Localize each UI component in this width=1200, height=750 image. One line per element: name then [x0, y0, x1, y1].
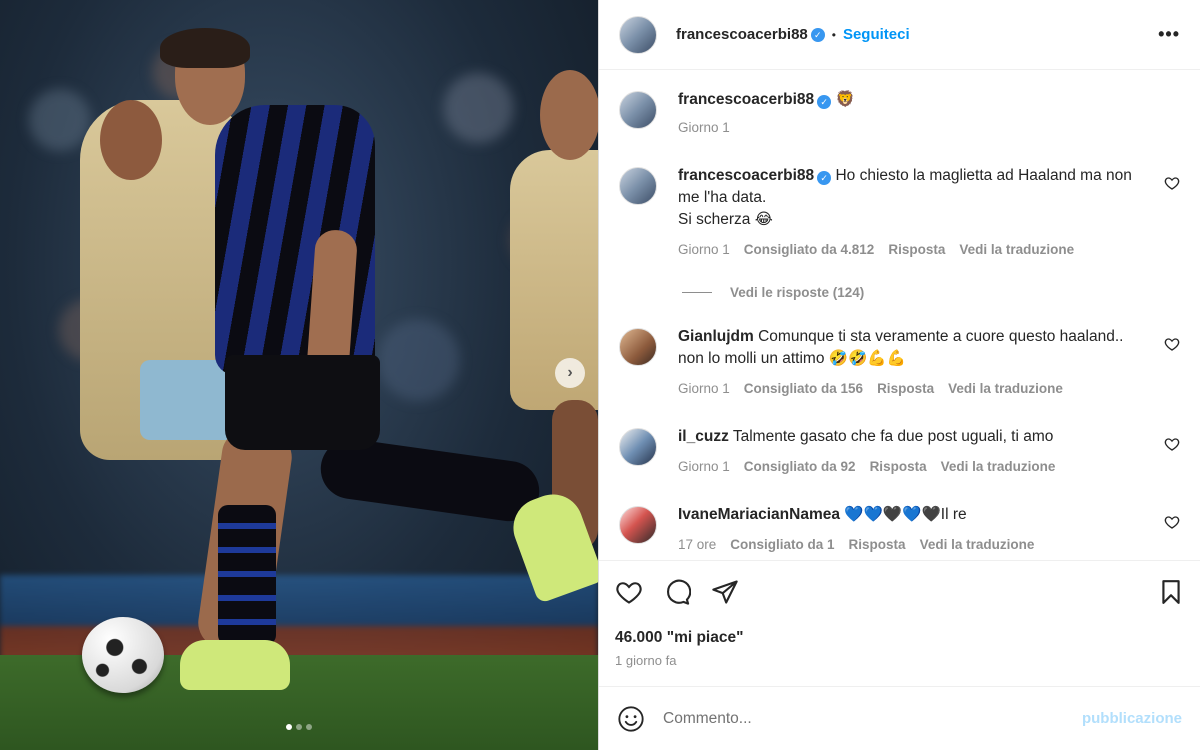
- comment-likes-link[interactable]: Consigliato da 156: [744, 378, 863, 400]
- commenter-avatar[interactable]: [619, 167, 657, 205]
- comment-time: Giorno 1: [678, 381, 730, 396]
- comment-text-line2: Si scherza 😂: [678, 211, 773, 228]
- view-replies-label: Vedi le risposte (124): [730, 285, 865, 300]
- post-photo[interactable]: ›: [0, 0, 598, 750]
- comment-username[interactable]: francescoacerbi88: [678, 167, 814, 184]
- share-send-icon[interactable]: [711, 578, 739, 606]
- main-player-hair: [160, 28, 250, 68]
- carousel-dots: [0, 724, 598, 730]
- comment-time: Giorno 1: [678, 242, 730, 257]
- carousel-dot-active: [286, 724, 292, 730]
- comment-meta: Giorno 1 Consigliato da 92 Risposta Vedi…: [678, 456, 1140, 478]
- comment-meta: Giorno 1 Consigliato da 4.812 Risposta V…: [678, 239, 1140, 261]
- like-heart-icon[interactable]: [615, 578, 643, 606]
- caption-text: 🦁: [835, 91, 855, 108]
- like-comment-heart-icon[interactable]: [1164, 514, 1180, 530]
- comment-username[interactable]: Gianlujdm: [678, 328, 754, 345]
- comment-meta: 17 ore Consigliato da 1 Risposta Vedi la…: [678, 534, 1140, 556]
- comment-likes-link[interactable]: Consigliato da 92: [744, 456, 856, 478]
- comment-item: IvaneMariacianNamea 💙💙🖤💙🖤Il re 17 ore Co…: [619, 504, 1180, 556]
- comment-item: Gianlujdm Comunque ti sta veramente a cu…: [619, 326, 1180, 400]
- comment-body: francescoacerbi88 ✓ Ho chiesto la magliet…: [678, 165, 1180, 261]
- comment-item: francescoacerbi88 ✓ Ho chiesto la magliet…: [619, 165, 1180, 261]
- comment-body: il_cuzz Talmente gasato che fa due post …: [678, 426, 1180, 478]
- more-options-icon[interactable]: •••: [1158, 24, 1180, 45]
- post-date: 1 giorno fa: [615, 653, 677, 668]
- author-avatar[interactable]: [619, 15, 657, 54]
- reply-button[interactable]: Risposta: [849, 534, 906, 556]
- caption-meta: Giorno 1: [678, 117, 1140, 139]
- carousel-dot: [306, 724, 312, 730]
- follow-button[interactable]: Seguiteci: [843, 26, 910, 43]
- comment-body: Gianlujdm Comunque ti sta veramente a cu…: [678, 326, 1180, 400]
- translate-button[interactable]: Vedi la traduzione: [959, 239, 1074, 261]
- comment-body: IvaneMariacianNamea 💙💙🖤💙🖤Il re 17 ore Co…: [678, 504, 1180, 556]
- verified-badge-icon: ✓: [817, 171, 832, 185]
- post-side-panel: francescoacerbi88 ✓ • Seguiteci ••• fran…: [598, 0, 1200, 750]
- comments-list[interactable]: francescoacerbi88 ✓ 🦁 Giorno 1 francescoa…: [599, 70, 1200, 560]
- carousel-dot: [296, 724, 302, 730]
- reply-button[interactable]: Risposta: [888, 239, 945, 261]
- publish-button[interactable]: pubblicazione: [1082, 710, 1182, 727]
- caption-avatar[interactable]: [619, 91, 657, 129]
- reply-button[interactable]: Risposta: [877, 378, 934, 400]
- post-actions: 46.000 "mi piace" 1 giorno fa: [599, 560, 1200, 686]
- verified-badge-icon: ✓: [810, 27, 825, 42]
- replies-divider-line: [682, 292, 712, 293]
- action-icons-row: [615, 561, 1184, 623]
- translate-button[interactable]: Vedi la traduzione: [941, 456, 1056, 478]
- comment-time: 17 ore: [678, 537, 717, 552]
- translate-button[interactable]: Vedi la traduzione: [920, 534, 1035, 556]
- like-comment-heart-icon[interactable]: [1164, 175, 1180, 191]
- opponent-left-head: [100, 100, 162, 180]
- commenter-avatar[interactable]: [619, 328, 657, 366]
- comment-likes-link[interactable]: Consigliato da 4.812: [744, 239, 875, 261]
- reply-button[interactable]: Risposta: [870, 456, 927, 478]
- caption-body: francescoacerbi88 ✓ 🦁 Giorno 1: [678, 89, 1180, 139]
- like-comment-heart-icon[interactable]: [1164, 436, 1180, 452]
- view-replies-button[interactable]: Vedi le risposte (124): [682, 285, 1180, 300]
- instagram-post-viewer: › francescoacerbi88 ✓ • Seguiteci ••• fr…: [0, 0, 1200, 750]
- carousel-next-button[interactable]: ›: [555, 358, 585, 388]
- emoji-smiley-icon[interactable]: [617, 705, 645, 733]
- comment-username[interactable]: IvaneMariacianNamea: [678, 506, 840, 523]
- header-separator: •: [831, 27, 836, 42]
- comment-text: 💙💙🖤💙🖤Il re: [844, 506, 967, 523]
- main-player-shorts: [225, 355, 380, 450]
- opponent-right-head: [540, 70, 598, 160]
- likes-count[interactable]: 46.000 "mi piace": [615, 629, 1184, 647]
- post-caption: francescoacerbi88 ✓ 🦁 Giorno 1: [619, 89, 1180, 139]
- comment-bubble-icon[interactable]: [663, 578, 691, 606]
- comment-likes-link[interactable]: Consigliato da 1: [730, 534, 834, 556]
- bookmark-save-icon[interactable]: [1158, 578, 1184, 606]
- comment-input[interactable]: [663, 709, 1082, 728]
- like-comment-heart-icon[interactable]: [1164, 336, 1180, 352]
- main-player-left-boot: [180, 640, 290, 690]
- comment-text: Talmente gasato che fa due post uguali, …: [732, 428, 1054, 445]
- comment-username[interactable]: il_cuzz: [678, 428, 729, 445]
- comment-composer: pubblicazione: [599, 686, 1200, 750]
- commenter-avatar[interactable]: [619, 428, 657, 466]
- comment-time: Giorno 1: [678, 459, 730, 474]
- post-header: francescoacerbi88 ✓ • Seguiteci •••: [599, 0, 1200, 70]
- football: [82, 617, 164, 693]
- chevron-right-icon: ›: [567, 364, 573, 381]
- translate-button[interactable]: Vedi la traduzione: [948, 378, 1063, 400]
- main-player-sock: [218, 505, 276, 645]
- author-username[interactable]: francescoacerbi88: [676, 26, 808, 43]
- comment-item: il_cuzz Talmente gasato che fa due post …: [619, 426, 1180, 478]
- comment-meta: Giorno 1 Consigliato da 156 Risposta Ved…: [678, 378, 1140, 400]
- caption-time: Giorno 1: [678, 120, 730, 135]
- caption-username[interactable]: francescoacerbi88: [678, 91, 814, 108]
- verified-badge-icon: ✓: [817, 95, 832, 109]
- commenter-avatar[interactable]: [619, 506, 657, 544]
